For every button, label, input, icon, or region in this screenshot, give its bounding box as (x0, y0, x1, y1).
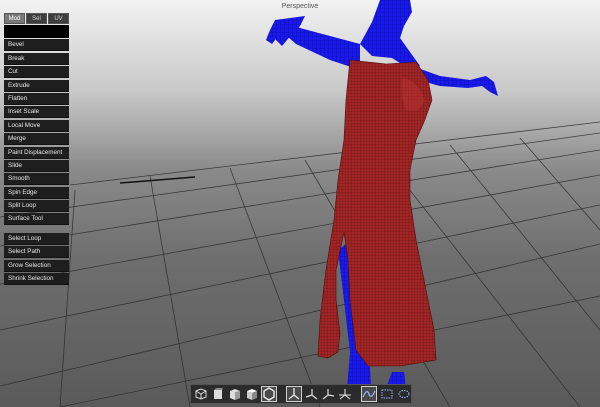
view-cube-icon[interactable] (194, 386, 209, 402)
floor-grid (0, 121, 600, 407)
tool-bevel[interactable]: Bevel (4, 39, 69, 52)
cube-side-icon[interactable] (228, 386, 243, 402)
tool-paint-displacement[interactable]: Paint Displacement (4, 146, 69, 159)
tool-cut[interactable]: Cut (4, 66, 69, 79)
tab-mod[interactable]: Mod (4, 13, 25, 24)
tool-flatten[interactable]: Flatten (4, 92, 69, 105)
tool-panel: Mod Sel UV Bevel Break Cut Extrude Flatt… (4, 13, 70, 286)
tool-grow-selection[interactable]: Grow Selection (4, 259, 69, 272)
viewport-title: Perspective (281, 3, 319, 10)
axis-x-icon[interactable] (304, 386, 319, 402)
tab-uv[interactable]: UV (48, 13, 69, 24)
frame-icon[interactable] (379, 386, 394, 402)
axis-z-icon[interactable] (321, 386, 336, 402)
cube-persp-icon[interactable] (261, 386, 278, 402)
group-separator (4, 225, 70, 231)
axis-y-icon[interactable] (286, 386, 303, 402)
tool-select-path[interactable]: Select Path (4, 246, 69, 259)
tool-shrink-selection[interactable]: Shrink Selection (4, 273, 69, 286)
tool-spin-edge[interactable]: Spin Edge (4, 186, 69, 199)
mode-tabs: Mod Sel UV (4, 13, 70, 24)
tool-split-loop[interactable]: Split Loop (4, 200, 69, 213)
tool-merge[interactable]: Merge (4, 133, 69, 146)
tool-extrude[interactable]: Extrude (4, 79, 69, 92)
tool-slide[interactable]: Slide (4, 159, 69, 172)
tab-sel[interactable]: Sel (26, 13, 47, 24)
axis-all-icon[interactable] (338, 386, 353, 402)
viewport-scene (0, 0, 600, 407)
tool-break[interactable]: Break (4, 52, 69, 65)
curve-icon[interactable] (361, 386, 378, 402)
view-toolbar (190, 384, 412, 404)
cube-front-icon[interactable] (211, 386, 226, 402)
ellipse-icon[interactable] (396, 386, 411, 402)
tool-options-field (4, 25, 69, 38)
3d-viewport[interactable]: Perspective (0, 0, 600, 407)
tool-select-loop[interactable]: Select Loop (4, 232, 69, 245)
tool-surface-tool[interactable]: Surface Tool (4, 213, 69, 226)
cube-top-icon[interactable] (245, 386, 260, 402)
tool-local-move[interactable]: Local Move (4, 119, 69, 132)
tool-inset-scale[interactable]: Inset Scale (4, 106, 69, 119)
tool-smooth[interactable]: Smooth (4, 173, 69, 186)
